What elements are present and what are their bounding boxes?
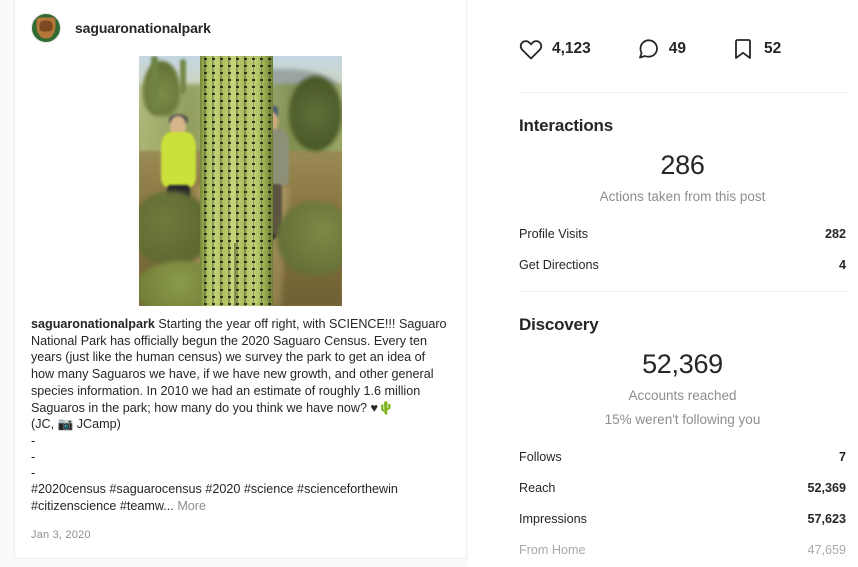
post-caption: saguaronationalpark Starting the year of… bbox=[15, 306, 466, 515]
discovery-nonfollower-label: 15% weren't following you bbox=[604, 412, 761, 427]
stat-value: 4 bbox=[838, 257, 846, 272]
photo-saguaro-trunk bbox=[199, 56, 273, 306]
post-date: Jan 3, 2020 bbox=[31, 528, 91, 541]
caption-hashtags: #2020census #saguarocensus #2020 #scienc… bbox=[31, 481, 450, 514]
caption-first-line: saguaronationalpark Starting the year of… bbox=[31, 316, 450, 416]
caption-line-1: Starting the year off right, with SCIENC… bbox=[158, 317, 396, 331]
hashtags-text: #2020census #saguarocensus #2020 #scienc… bbox=[31, 482, 402, 513]
discovery-total-label: Accounts reached bbox=[628, 388, 737, 403]
interactions-title: Interactions bbox=[519, 116, 613, 135]
photo-saguaro-spines bbox=[203, 56, 207, 306]
caption-credit: (JC, 📷 JCamp) bbox=[31, 417, 121, 432]
stat-row-reach: Reach 52,369 bbox=[519, 472, 846, 503]
stat-value: 7 bbox=[838, 449, 846, 464]
photo-saguaro-spines bbox=[252, 56, 256, 306]
photo-background-cactus-2 bbox=[179, 58, 186, 94]
instagram-post-insights-screen: saguaronationalpark saguaronationalpark … bbox=[0, 0, 858, 567]
post-photo-wrap bbox=[15, 56, 466, 306]
photo-saguaro-spines bbox=[268, 56, 272, 306]
nps-arrowhead-logo-icon bbox=[36, 17, 56, 39]
bookmark-icon bbox=[735, 39, 751, 59]
post-username[interactable]: saguaronationalpark bbox=[75, 20, 211, 36]
stat-value: 282 bbox=[824, 226, 846, 241]
comments-count: 49 bbox=[668, 40, 687, 57]
likes-metric[interactable]: 4,123 bbox=[519, 37, 591, 61]
caption-line-2: Saguaro National Park has officially beg… bbox=[31, 317, 451, 415]
post-card: saguaronationalpark saguaronationalpark … bbox=[14, 0, 467, 559]
photo-saguaro-spines bbox=[236, 56, 240, 306]
stat-label: Get Directions bbox=[519, 257, 599, 272]
photo-background-cactus-1 bbox=[151, 56, 159, 111]
discovery-total: 52,369 bbox=[642, 349, 723, 379]
stat-label: Impressions bbox=[519, 511, 587, 526]
discovery-summary: 52,369 Accounts reached 15% weren't foll… bbox=[519, 335, 846, 427]
photo-saguaro-spines bbox=[244, 56, 248, 306]
interactions-summary: 286 Actions taken from this post bbox=[519, 136, 846, 204]
stat-row-impressions: Impressions 57,623 bbox=[519, 503, 846, 534]
stat-label: Follows bbox=[519, 449, 562, 464]
post-photo[interactable] bbox=[139, 56, 342, 306]
post-header: saguaronationalpark bbox=[15, 0, 466, 56]
caption-username[interactable]: saguaronationalpark bbox=[31, 317, 155, 331]
stat-row-get-directions: Get Directions 4 bbox=[519, 249, 846, 280]
caption-dash-2: - bbox=[31, 450, 36, 465]
interactions-total: 286 bbox=[660, 150, 705, 180]
discovery-title: Discovery bbox=[519, 315, 599, 334]
photo-person-left-jacket bbox=[161, 132, 196, 188]
comments-metric[interactable]: 49 bbox=[636, 37, 686, 61]
stat-value: 52,369 bbox=[807, 480, 846, 495]
engagement-metrics-row: 4,123 49 52 bbox=[519, 0, 846, 92]
stat-label: Reach bbox=[519, 480, 556, 495]
stat-label: From Home bbox=[519, 542, 586, 557]
stat-row-profile-visits: Profile Visits 282 bbox=[519, 218, 846, 249]
comment-icon bbox=[638, 39, 658, 59]
insights-panel: 4,123 49 52 Interactions 286 Actions tak… bbox=[468, 0, 858, 567]
heart-icon bbox=[519, 40, 543, 60]
photo-saguaro-spines bbox=[211, 56, 215, 306]
photo-saguaro-spines bbox=[228, 56, 232, 306]
stat-value: 47,659 bbox=[807, 542, 846, 557]
stat-value: 57,623 bbox=[807, 511, 846, 526]
photo-saguaro-spines bbox=[260, 56, 264, 306]
stat-row-from-home: From Home 47,659 bbox=[519, 534, 846, 565]
saves-count: 52 bbox=[764, 40, 782, 57]
caption-more-button[interactable]: More bbox=[177, 499, 206, 513]
interactions-total-label: Actions taken from this post bbox=[599, 189, 766, 204]
stat-row-follows: Follows 7 bbox=[519, 441, 846, 472]
stat-label: Profile Visits bbox=[519, 226, 589, 241]
photo-saguaro-spines bbox=[219, 56, 223, 306]
photo-tree-left bbox=[143, 61, 180, 116]
photo-tree-right bbox=[289, 76, 342, 151]
caption-dash-1: - bbox=[31, 434, 36, 449]
caption-dash-3: - bbox=[31, 466, 36, 481]
avatar[interactable] bbox=[31, 13, 61, 43]
likes-count: 4,123 bbox=[552, 40, 591, 57]
saves-metric[interactable]: 52 bbox=[731, 37, 781, 61]
